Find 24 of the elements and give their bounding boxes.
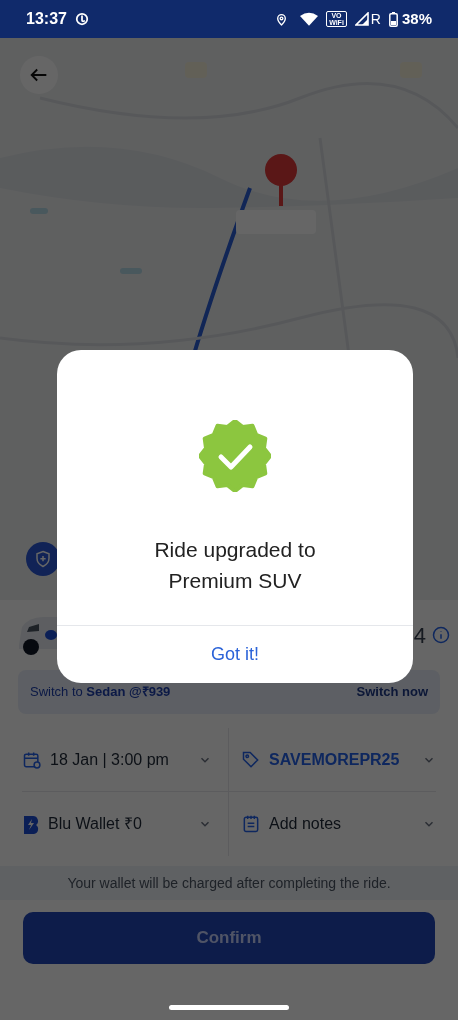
option-dropdown[interactable]: Add notes bbox=[229, 792, 436, 856]
wallet-note-text: Your wallet will be charged after completing the ride. bbox=[67, 873, 391, 893]
option-dropdown[interactable]: SAVEMOREPR25 bbox=[229, 728, 436, 792]
price-text: 4 bbox=[413, 621, 426, 650]
battery-icon bbox=[388, 11, 398, 27]
success-badge-icon bbox=[199, 420, 271, 492]
wallet-logo-icon bbox=[22, 814, 40, 834]
tag-icon bbox=[241, 749, 261, 770]
clock-text: 13:37 bbox=[26, 9, 67, 29]
network-text: R bbox=[370, 9, 381, 29]
option-dropdown[interactable]: Blu Wallet ₹0 bbox=[22, 792, 229, 856]
location-icon bbox=[275, 11, 289, 27]
wifi-icon bbox=[300, 12, 319, 26]
switch-now-link[interactable]: Switch now bbox=[356, 682, 428, 702]
confirm-button[interactable]: Confirm bbox=[23, 912, 435, 964]
dialog-title: Ride upgraded to Premium SUV bbox=[153, 537, 317, 594]
got-it-button[interactable]: Got it! bbox=[57, 625, 413, 683]
battery-text: 38% bbox=[401, 8, 432, 29]
shield-plus-icon bbox=[34, 550, 52, 568]
notepad-icon bbox=[241, 814, 261, 834]
option-dropdown[interactable]: 18 Jan | 3:00 pm bbox=[22, 728, 229, 792]
signal-icon bbox=[354, 12, 369, 26]
switch-offer-text: Switch to Sedan @₹939 bbox=[30, 683, 171, 702]
info-icon bbox=[432, 626, 450, 644]
